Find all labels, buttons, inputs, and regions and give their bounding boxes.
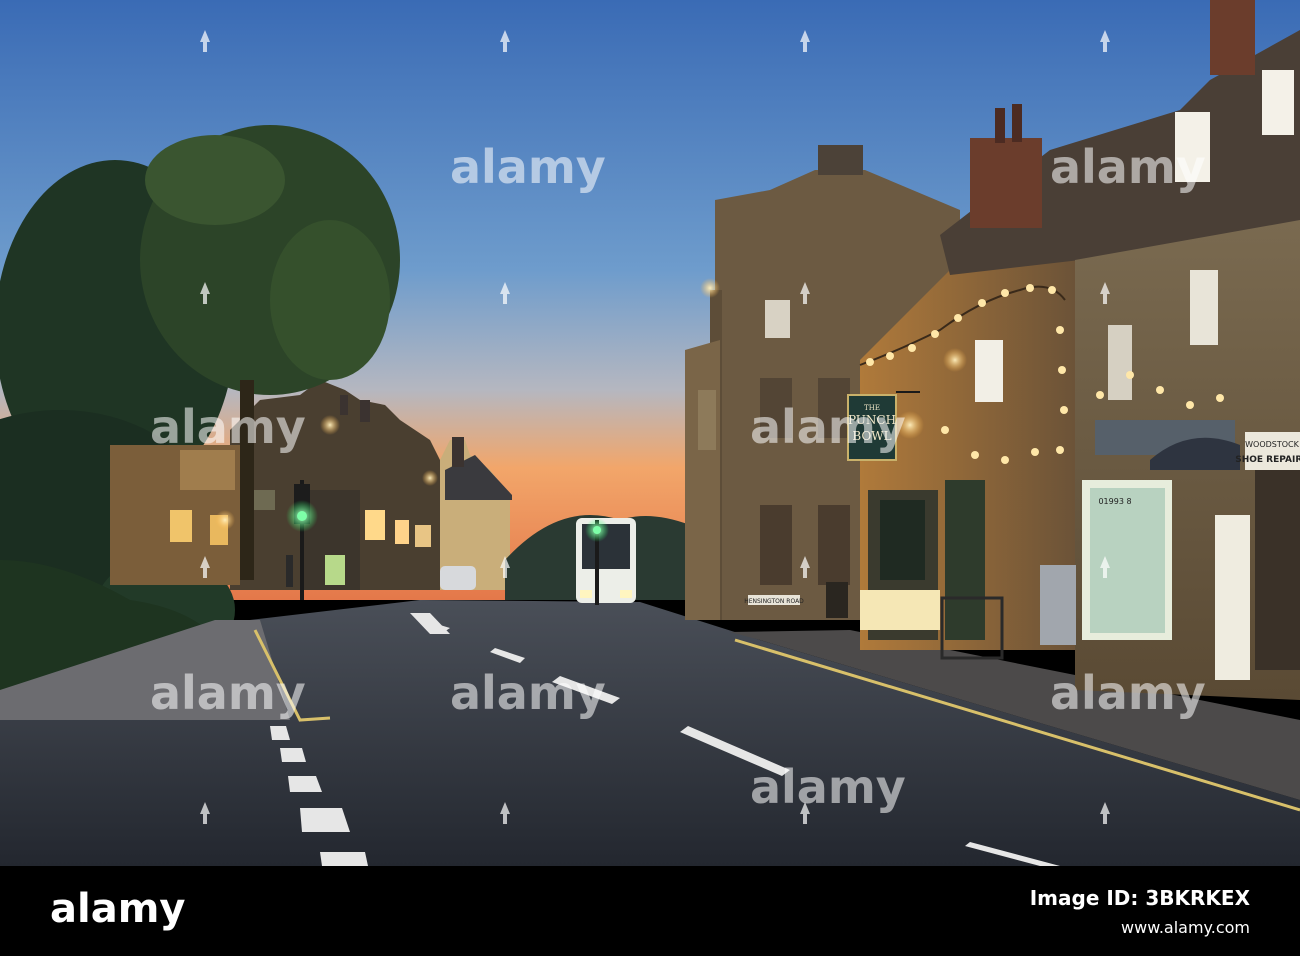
street-lamp: [422, 470, 438, 486]
road-sign: HENSINGTON ROAD: [744, 595, 804, 605]
alamy-watermark: alamy: [450, 666, 606, 720]
street-lamp: [320, 415, 340, 435]
alamy-logo-icon: [798, 28, 812, 54]
alamy-watermark: alamy: [1050, 140, 1206, 194]
stacked-chairs: [1040, 565, 1076, 645]
image-id: Image ID: 3BKRKEX: [1029, 886, 1250, 910]
shoe-sign-line1: WOODSTOCK: [1245, 440, 1300, 449]
alamy-logo-icon: [1098, 280, 1112, 306]
shoe-sign-line2: SHOE REPAIRS: [1235, 455, 1300, 465]
alamy-logo-icon: [1098, 28, 1112, 54]
pub-lamp: [215, 510, 235, 530]
alamy-logo-icon: [498, 800, 512, 826]
phone-sign: 01993 8: [1098, 497, 1131, 506]
parked-car: [440, 566, 476, 590]
street-lamp: [700, 278, 720, 298]
a-board: [826, 582, 848, 618]
site-url: www.alamy.com: [1121, 918, 1250, 937]
road-sign-text: HENSINGTON ROAD: [744, 598, 804, 605]
alamy-watermark: alamy: [750, 760, 906, 814]
alamy-watermark: alamy: [450, 140, 606, 194]
alamy-logo-icon: [498, 280, 512, 306]
alamy-watermark: alamy: [150, 400, 306, 454]
alamy-logo-icon: [498, 28, 512, 54]
pub-lamp: [943, 348, 967, 372]
alamy-watermark: alamy: [150, 666, 306, 720]
alamy-logo-icon: [198, 554, 212, 580]
alamy-logo-icon: [198, 280, 212, 306]
alamy-logo-icon: [1098, 800, 1112, 826]
brand-logo: alamy: [50, 886, 186, 932]
footer-bar: alamy Image ID: 3BKRKEX www.alamy.com: [0, 866, 1300, 956]
alamy-logo-icon: [198, 800, 212, 826]
alamy-logo-icon: [1098, 554, 1112, 580]
alamy-watermark: alamy: [750, 400, 906, 454]
alamy-logo-icon: [798, 554, 812, 580]
photo-stage: THE PUNCH BOWL HENSINGTON ROAD WOODSTOCK…: [0, 0, 1300, 956]
alamy-watermark: alamy: [1050, 666, 1206, 720]
pedestrian: [286, 555, 293, 587]
alamy-logo-icon: [498, 554, 512, 580]
alamy-logo-icon: [798, 280, 812, 306]
alamy-logo-icon: [198, 28, 212, 54]
